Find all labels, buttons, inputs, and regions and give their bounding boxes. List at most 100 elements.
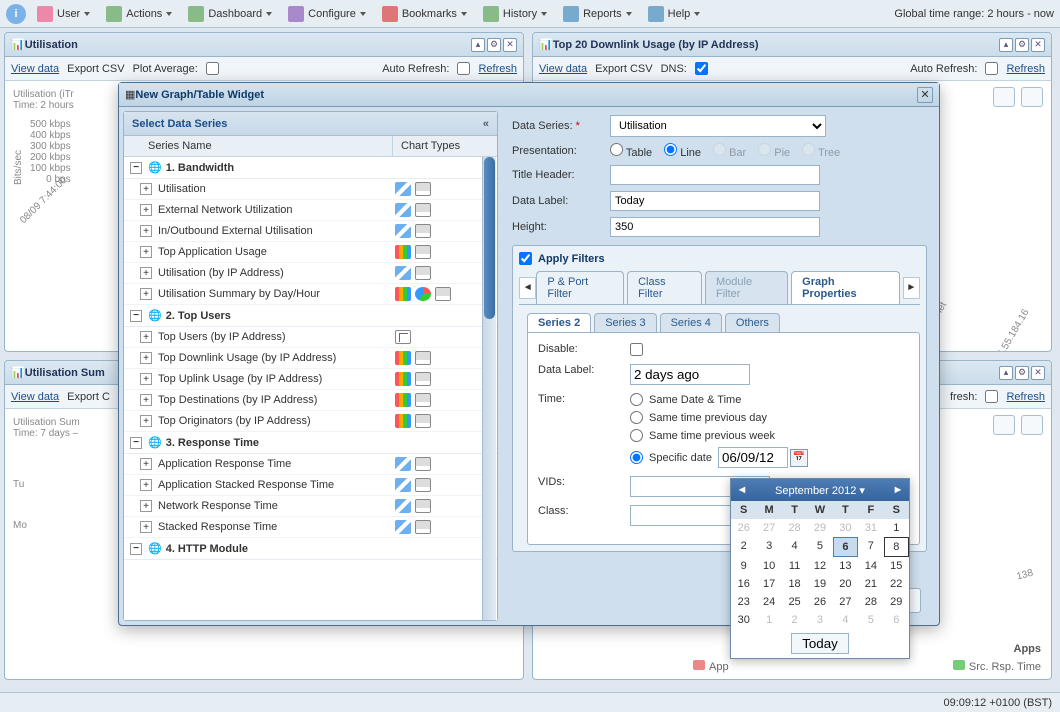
line-chart-icon[interactable] <box>395 182 411 196</box>
presentation-line[interactable]: Line <box>664 143 701 159</box>
calendar-day[interactable]: 10 <box>756 557 781 575</box>
expand-icon[interactable]: + <box>140 521 152 533</box>
calendar-day[interactable]: 3 <box>807 611 832 629</box>
close-icon[interactable]: ✕ <box>1031 38 1045 52</box>
expand-icon[interactable]: + <box>140 267 152 279</box>
time-same-time-previous-week[interactable]: Same time previous week <box>630 429 808 442</box>
series-group[interactable]: −🌐4. HTTP Module <box>124 538 497 560</box>
disable-checkbox[interactable] <box>630 343 643 356</box>
toolbar-dashboard[interactable]: Dashboard <box>181 2 279 26</box>
col-series-name[interactable]: Series Name <box>124 136 393 156</box>
specific-date-input[interactable] <box>718 447 788 468</box>
series-item[interactable]: +Application Stacked Response Time <box>124 475 497 496</box>
tab-scroll-right-icon[interactable]: ► <box>903 277 920 299</box>
calendar-day[interactable]: 24 <box>756 593 781 611</box>
calendar-day[interactable]: 4 <box>833 611 858 629</box>
table-chart-icon[interactable] <box>415 203 431 217</box>
calendar-day[interactable]: 14 <box>858 557 883 575</box>
bar-chart-icon[interactable] <box>395 393 411 407</box>
expand-icon[interactable]: + <box>140 373 152 385</box>
line-chart-icon[interactable] <box>395 203 411 217</box>
series-item[interactable]: +Network Response Time <box>124 496 497 517</box>
close-icon[interactable]: ✕ <box>917 87 933 103</box>
expand-icon[interactable]: + <box>140 183 152 195</box>
calendar-day[interactable]: 19 <box>807 575 832 593</box>
line-chart-icon[interactable] <box>395 266 411 280</box>
calendar-day[interactable]: 31 <box>858 519 883 537</box>
col-chart-types[interactable]: Chart Types <box>393 136 497 156</box>
collapse-icon[interactable]: − <box>130 543 142 555</box>
apply-filters-checkbox[interactable] <box>519 252 532 265</box>
collapse-icon[interactable]: − <box>130 437 142 449</box>
auto-refresh-checkbox[interactable] <box>457 62 470 75</box>
table-chart-icon[interactable] <box>415 372 431 386</box>
expand-icon[interactable]: + <box>140 458 152 470</box>
print-icon[interactable] <box>993 87 1015 107</box>
series-item[interactable]: +Utilisation <box>124 179 497 200</box>
scrollbar[interactable] <box>482 157 496 620</box>
close-icon[interactable]: ✕ <box>1031 366 1045 380</box>
expand-icon[interactable]: + <box>140 331 152 343</box>
calendar-day[interactable]: 5 <box>807 537 832 557</box>
toolbar-bookmarks[interactable]: Bookmarks <box>375 2 474 26</box>
series-item[interactable]: +Application Response Time <box>124 454 497 475</box>
collapse-panel-icon[interactable]: « <box>483 118 489 130</box>
time-same-time-previous-day[interactable]: Same time previous day <box>630 411 808 424</box>
toolbar-history[interactable]: History <box>476 2 554 26</box>
calendar-day[interactable]: 1 <box>884 519 909 537</box>
prev-month-icon[interactable]: ◄ <box>735 483 749 497</box>
series-item[interactable]: +Top Application Usage <box>124 242 497 263</box>
bar-chart-icon[interactable] <box>395 245 411 259</box>
presentation-table[interactable]: Table <box>610 143 652 159</box>
toolbar-actions[interactable]: Actions <box>99 2 179 26</box>
calendar-month-label[interactable]: September 2012 ▾ <box>775 484 865 497</box>
table-chart-icon[interactable] <box>415 520 431 534</box>
series-tab-others[interactable]: Others <box>725 313 780 332</box>
calendar-day[interactable]: 23 <box>731 593 756 611</box>
toolbar-reports[interactable]: Reports <box>556 2 639 26</box>
data-label-input[interactable] <box>610 191 820 211</box>
table-chart-icon[interactable] <box>415 182 431 196</box>
time-same-date-time[interactable]: Same Date & Time <box>630 393 808 406</box>
toolbar-user[interactable]: User <box>30 2 97 26</box>
expand-icon[interactable]: + <box>140 352 152 364</box>
table-chart-icon[interactable] <box>415 414 431 428</box>
dns-checkbox[interactable] <box>695 62 708 75</box>
expand-icon[interactable]: + <box>140 246 152 258</box>
line-chart-icon[interactable] <box>395 224 411 238</box>
calendar-day[interactable]: 9 <box>731 557 756 575</box>
plot-average-checkbox[interactable] <box>206 62 219 75</box>
expand-icon[interactable]: + <box>140 479 152 491</box>
filter-tab-graph-properties[interactable]: Graph Properties <box>791 271 899 304</box>
auto-refresh-checkbox[interactable] <box>985 390 998 403</box>
calendar-today-button[interactable]: Today <box>791 633 849 654</box>
series-group[interactable]: −🌐2. Top Users <box>124 305 497 327</box>
refresh-link[interactable]: Refresh <box>478 63 517 75</box>
download-icon[interactable] <box>1021 87 1043 107</box>
next-month-icon[interactable]: ► <box>891 483 905 497</box>
view-data-link[interactable]: View data <box>11 63 59 75</box>
calendar-icon[interactable]: 📅 <box>790 449 808 467</box>
calendar-day[interactable]: 11 <box>782 557 807 575</box>
series-group[interactable]: −🌐1. Bandwidth <box>124 157 497 179</box>
height-input[interactable] <box>610 217 820 237</box>
pie-chart-icon[interactable] <box>415 287 431 301</box>
calendar-day[interactable]: 2 <box>782 611 807 629</box>
calendar-day[interactable]: 26 <box>807 593 832 611</box>
series-item[interactable]: +Top Users (by IP Address) <box>124 327 497 348</box>
gear-icon[interactable]: ⚙ <box>1015 366 1029 380</box>
series-tab-series-3[interactable]: Series 3 <box>594 313 656 332</box>
calendar-day[interactable]: 27 <box>756 519 781 537</box>
calendar-day[interactable]: 28 <box>782 519 807 537</box>
series-item[interactable]: +In/Outbound External Utilisation <box>124 221 497 242</box>
line-chart-icon[interactable] <box>395 478 411 492</box>
series-item[interactable]: +Top Destinations (by IP Address) <box>124 390 497 411</box>
refresh-link[interactable]: Refresh <box>1006 63 1045 75</box>
calendar-day[interactable]: 27 <box>833 593 858 611</box>
bar-chart-icon[interactable] <box>395 414 411 428</box>
bar-chart-icon[interactable] <box>395 372 411 386</box>
table-chart-icon[interactable] <box>415 393 431 407</box>
calendar-day[interactable]: 25 <box>782 593 807 611</box>
calendar-day[interactable]: 12 <box>807 557 832 575</box>
calendar-day[interactable]: 8 <box>884 537 909 557</box>
